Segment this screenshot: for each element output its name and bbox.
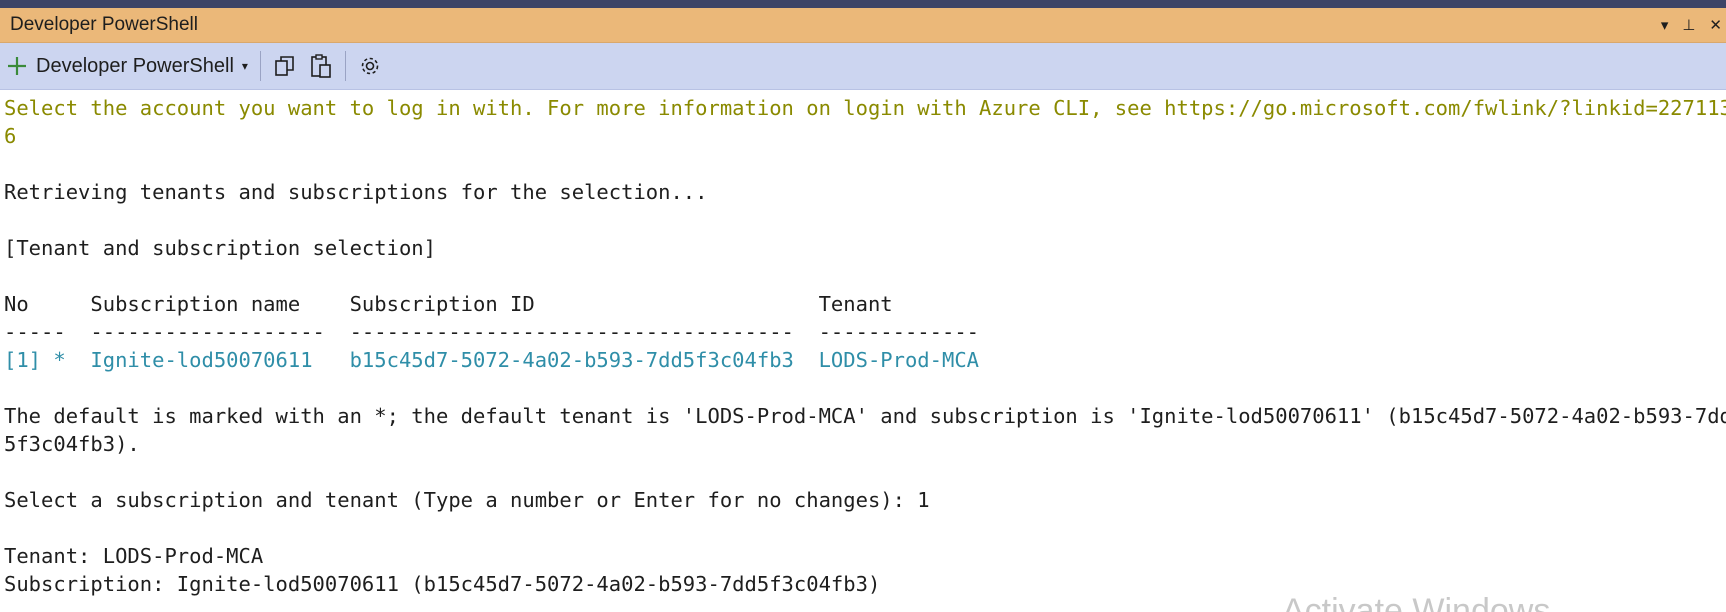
table-row: [1] * Ignite-lod50070611 b15c45d7-5072-4… xyxy=(4,348,980,372)
window-dropdown-icon[interactable]: ▾ xyxy=(1661,16,1669,34)
table-divider: ----- ------------------- --------------… xyxy=(4,320,980,344)
tool-window-titlebar: Developer PowerShell ▾ ⊥ ✕ xyxy=(0,8,1726,43)
copy-icon xyxy=(273,54,297,78)
new-terminal-label: Developer PowerShell xyxy=(36,54,234,77)
settings-button[interactable] xyxy=(352,48,388,84)
console-line: [Tenant and subscription selection] xyxy=(4,236,436,260)
table-header: No Subscription name Subscription ID Ten… xyxy=(4,292,893,316)
console-line: Tenant: LODS-Prod-MCA xyxy=(4,544,264,568)
console-line: Retrieving tenants and subscriptions for… xyxy=(4,180,708,204)
pin-icon[interactable]: ⊥ xyxy=(1682,16,1695,34)
powershell-tool-window: Developer PowerShell ▾ ⊥ ✕ Developer Pow… xyxy=(0,8,1726,612)
close-icon[interactable]: ✕ xyxy=(1709,16,1722,34)
paste-button[interactable] xyxy=(303,48,339,84)
terminal-toolbar: Developer PowerShell ▾ xyxy=(0,43,1726,90)
settings-gear-icon xyxy=(358,54,382,78)
prompt-line: Select a subscription and tenant (Type a… xyxy=(4,488,930,512)
console-line: The default is marked with an *; the def… xyxy=(4,404,1726,428)
chevron-down-icon[interactable]: ▾ xyxy=(242,59,248,73)
toolbar-separator xyxy=(344,51,346,81)
window-title: Developer PowerShell xyxy=(10,14,198,35)
copy-button[interactable] xyxy=(267,48,303,84)
activate-windows-watermark: Activate Windows xyxy=(1282,592,1551,612)
plus-icon xyxy=(6,55,28,77)
paste-icon xyxy=(309,53,333,79)
console-line: 6 xyxy=(4,124,17,148)
console-line: 5f3c04fb3). xyxy=(4,432,140,456)
new-terminal-button[interactable]: Developer PowerShell ▾ xyxy=(0,48,254,84)
title-actions: ▾ ⊥ ✕ xyxy=(1661,8,1726,42)
toolbar-separator xyxy=(259,51,261,81)
console-line: Select the account you want to log in wi… xyxy=(4,96,1726,120)
terminal-output[interactable]: Select the account you want to log in wi… xyxy=(0,94,1726,612)
